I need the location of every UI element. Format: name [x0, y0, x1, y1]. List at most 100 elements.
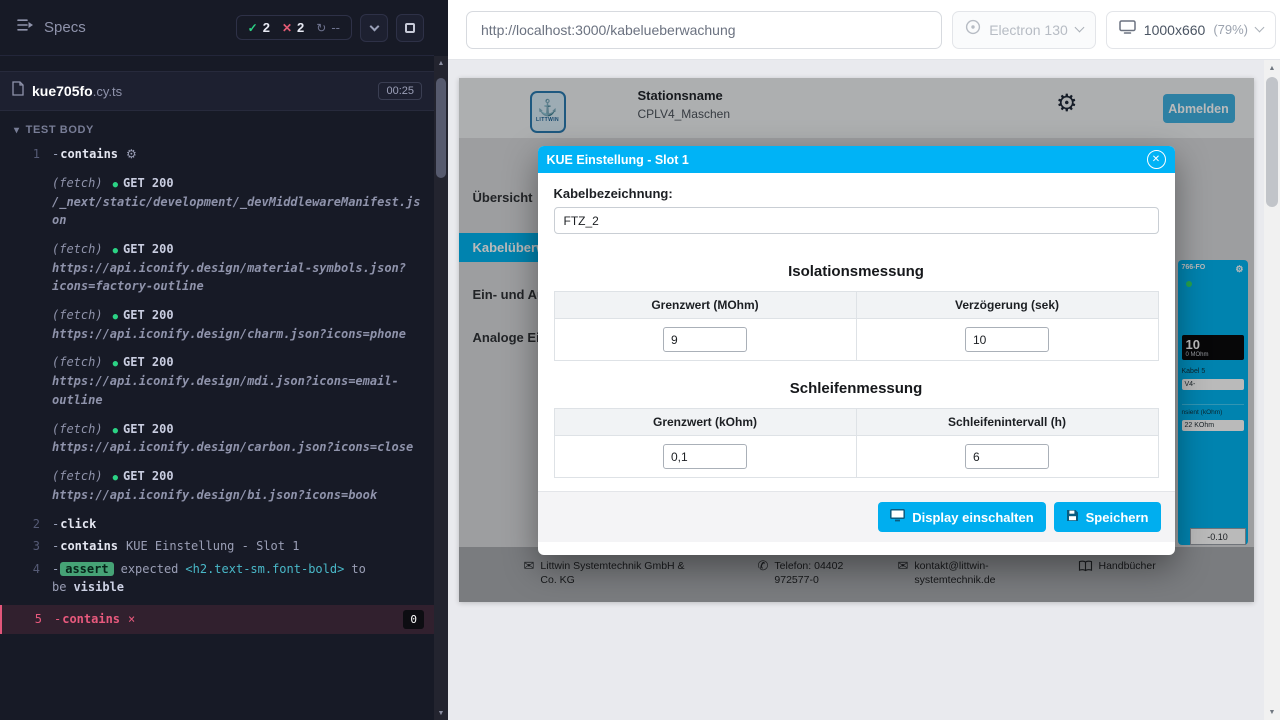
passed-count: 2 [263, 20, 270, 35]
fetch-url: https://api.iconify.design/material-symb… [52, 259, 424, 296]
display-on-button[interactable]: Display einschalten [878, 502, 1045, 532]
reporter-header: Specs ✓ 2 ✕ 2 ↻ -- [0, 0, 434, 56]
fetch-status: GET 200 [123, 422, 174, 436]
page-scrollbar[interactable]: ▲ ▼ [1264, 60, 1280, 720]
save-icon [1066, 509, 1079, 525]
assert-badge: assert [60, 562, 113, 576]
status-dot-icon: ● [113, 473, 118, 483]
command-number: 3 [0, 537, 52, 556]
fetch-status: GET 200 [123, 355, 174, 369]
fetch-row-5[interactable]: (fetch)●GET 200 https://api.iconify.desi… [0, 418, 434, 460]
schleifen-table: Grenzwert (kOhm) Schleifenintervall (h) [554, 408, 1159, 478]
fetch-tag: (fetch) [52, 469, 103, 483]
stat-failed: ✕ 2 [282, 20, 304, 35]
scroll-down-icon[interactable]: ▼ [1264, 704, 1280, 720]
browser-name: Electron 130 [989, 22, 1068, 38]
cross-icon: ✕ [282, 21, 292, 35]
browser-selector[interactable]: Electron 130 [952, 11, 1096, 49]
display-icon [890, 509, 905, 525]
modal-header: KUE Einstellung - Slot 1 ✕ [538, 146, 1175, 173]
command-number: 4 [0, 560, 52, 597]
fetch-row-1[interactable]: (fetch)●GET 200 /_next/static/developmen… [0, 172, 434, 232]
refresh-icon: ↻ [316, 21, 326, 35]
command-name: contains [62, 612, 120, 626]
gear-icon: ⚙ [126, 147, 137, 161]
stop-icon [405, 23, 415, 33]
scroll-down-icon[interactable]: ▼ [434, 706, 448, 720]
iso-grenzwert-input[interactable] [663, 327, 747, 352]
section-label: TEST BODY [26, 124, 94, 136]
save-button[interactable]: Speichern [1054, 502, 1161, 532]
runner-right-pane: Electron 130 1000x660 (79%) ⚓ LITTWIN [448, 0, 1280, 720]
close-icon[interactable]: ✕ [1147, 150, 1166, 169]
reporter-scrollbar-thumb[interactable] [436, 78, 446, 178]
stat-passed: ✓ 2 [248, 20, 270, 35]
command-row-click[interactable]: 2 -click [0, 513, 434, 536]
command-log: 1 -contains⚙ (fetch)●GET 200 /_next/stat… [0, 143, 434, 634]
scroll-up-icon[interactable]: ▲ [434, 56, 448, 70]
schleifen-heading: Schleifenmessung [554, 380, 1159, 397]
test-body-section[interactable]: ▾ TEST BODY [0, 111, 434, 143]
status-dot-icon: ● [113, 246, 118, 256]
pending-count: -- [331, 20, 340, 35]
app-root: Specs ✓ 2 ✕ 2 ↻ -- [0, 0, 1280, 720]
isolation-heading: Isolationsmessung [554, 263, 1159, 280]
command-dash: - [52, 147, 59, 161]
scroll-up-icon[interactable]: ▲ [1264, 60, 1280, 76]
fetch-url: https://api.iconify.design/charm.json?ic… [52, 325, 424, 344]
page-scrollbar-thumb[interactable] [1266, 77, 1278, 207]
fail-count-badge: 0 [403, 610, 424, 629]
fetch-url: /_next/static/development/_devMiddleware… [52, 193, 424, 230]
loop-intervall-input[interactable] [965, 444, 1049, 469]
spec-extension: .cy.ts [93, 84, 122, 99]
viewport-selector[interactable]: 1000x660 (79%) [1106, 11, 1276, 49]
collapse-button[interactable] [360, 14, 388, 42]
command-name: contains [60, 539, 118, 553]
command-row-contains-failed[interactable]: 5 -contains× 0 [0, 605, 434, 634]
url-input[interactable] [466, 11, 942, 49]
assert-expected: expected [121, 562, 179, 576]
kabel-field-label: Kabelbezeichnung: [554, 186, 1159, 201]
stop-button[interactable] [396, 14, 424, 42]
fetch-status: GET 200 [123, 176, 174, 190]
modal-title: KUE Einstellung - Slot 1 [547, 153, 689, 167]
fetch-row-6[interactable]: (fetch)●GET 200 https://api.iconify.desi… [0, 465, 434, 507]
command-number: 5 [2, 610, 54, 629]
app-under-test: ⚓ LITTWIN Stationsname CPLV4_Maschen ⚙ A… [459, 78, 1254, 602]
loop-grenzwert-input[interactable] [663, 444, 747, 469]
fetch-row-3[interactable]: (fetch)●GET 200 https://api.iconify.desi… [0, 304, 434, 346]
fetch-url: https://api.iconify.design/mdi.json?icon… [52, 372, 424, 409]
command-row-contains-2[interactable]: 3 -containsKUE Einstellung - Slot 1 [0, 535, 434, 558]
electron-icon [965, 19, 981, 40]
loop-col-intervall: Schleifenintervall (h) [856, 409, 1158, 436]
fetch-row-4[interactable]: (fetch)●GET 200 https://api.iconify.desi… [0, 351, 434, 411]
kabelbezeichnung-input[interactable] [554, 207, 1159, 234]
viewport-size: 1000x660 [1144, 22, 1206, 38]
command-number: 2 [0, 515, 52, 534]
fetch-status: GET 200 [123, 469, 174, 483]
specs-label[interactable]: Specs [44, 19, 86, 36]
fetch-tag: (fetch) [52, 355, 103, 369]
spec-file-icon [12, 81, 24, 101]
check-icon: ✓ [248, 21, 258, 35]
fetch-tag: (fetch) [52, 308, 103, 322]
fetch-status: GET 200 [123, 242, 174, 256]
iso-verzoegerung-input[interactable] [965, 327, 1049, 352]
spec-header[interactable]: kue705fo.cy.ts 00:25 [0, 71, 434, 111]
test-stats: ✓ 2 ✕ 2 ↻ -- [236, 15, 352, 40]
runner-url-bar: Electron 130 1000x660 (79%) [448, 0, 1280, 60]
fetch-row-2[interactable]: (fetch) ● GET 200 https://api.iconify.desi… [0, 238, 434, 298]
command-row-contains-1[interactable]: 1 -contains⚙ [0, 143, 434, 166]
assert-element: <h2.text-sm.font-bold> [185, 562, 344, 576]
reporter-scrollbar[interactable]: ▲ ▼ [434, 56, 448, 720]
cypress-reporter: Specs ✓ 2 ✕ 2 ↻ -- [0, 0, 448, 720]
specs-menu-icon[interactable] [16, 18, 34, 37]
chevron-down-icon [1074, 23, 1084, 33]
fail-cross-icon: × [128, 612, 135, 626]
failed-count: 2 [297, 20, 304, 35]
fetch-tag: (fetch) [52, 422, 103, 436]
command-row-assert[interactable]: 4 -assertexpected<h2.text-sm.font-bold>t… [0, 558, 434, 599]
fetch-tag: (fetch) [52, 242, 103, 256]
fetch-status: GET 200 [123, 308, 174, 322]
aut-stage: ⚓ LITTWIN Stationsname CPLV4_Maschen ⚙ A… [448, 60, 1264, 720]
